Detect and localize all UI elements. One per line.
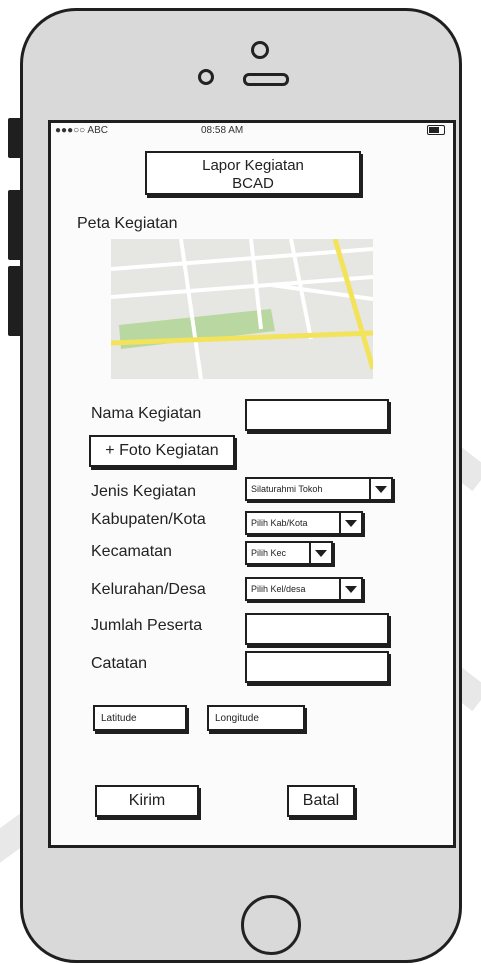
cancel-label: Batal [302,792,340,809]
kelurahan-selected: Pilih Kel/desa [251,584,306,594]
submit-label: Kirim [128,792,166,809]
proximity-sensor-icon [198,69,214,85]
add-photo-label: + Foto Kegiatan [105,442,219,459]
battery-icon [427,125,445,135]
catatan-input[interactable] [245,651,389,683]
page-title-line1: Lapor Kegiatan [202,157,304,174]
cancel-button[interactable]: Batal [287,785,355,817]
jenis-kegiatan-label: Jenis Kegiatan [91,483,196,500]
volume-down-button[interactable] [8,266,22,336]
chevron-down-icon[interactable] [309,543,331,563]
kabupaten-select[interactable]: Pilih Kab/Kota [245,511,363,535]
latitude-label: Latitude [101,713,137,724]
earpiece-speaker-icon [243,73,289,86]
kecamatan-label: Kecamatan [91,543,172,560]
jenis-kegiatan-selected: Silaturahmi Tokoh [251,484,323,494]
chevron-down-icon[interactable] [339,579,361,599]
kelurahan-select[interactable]: Pilih Kel/desa [245,577,363,601]
status-time: 08:58 AM [201,125,244,136]
kabupaten-selected: Pilih Kab/Kota [251,518,308,528]
jumlah-peserta-label: Jumlah Peserta [91,617,203,634]
status-bar: ●●●○○ ABC 08:58 AM [51,123,453,139]
longitude-field[interactable]: Longitude [207,705,305,731]
longitude-label: Longitude [215,713,259,724]
chevron-down-icon[interactable] [339,513,361,533]
chevron-down-icon[interactable] [369,479,391,499]
mute-switch[interactable] [8,118,22,158]
page-title: Lapor Kegiatan BCAD [145,151,361,195]
nama-kegiatan-input[interactable] [245,399,389,431]
jenis-kegiatan-select[interactable]: Silaturahmi Tokoh [245,477,393,501]
activity-map[interactable] [111,239,373,379]
latitude-field[interactable]: Latitude [93,705,187,731]
submit-button[interactable]: Kirim [95,785,199,817]
carrier-signal: ●●●○○ ABC [55,125,108,136]
add-photo-button[interactable]: + Foto Kegiatan [89,435,235,467]
kecamatan-selected: Pilih Kec [251,548,287,558]
page-title-line2: BCAD [232,175,274,192]
kelurahan-label: Kelurahan/Desa [91,581,206,598]
kecamatan-select[interactable]: Pilih Kec [245,541,333,565]
map-graphic [111,239,373,379]
kabupaten-label: Kabupaten/Kota [91,511,206,528]
catatan-label: Catatan [91,655,148,672]
home-button[interactable] [241,895,301,955]
map-label: Peta Kegiatan [77,215,178,232]
volume-up-button[interactable] [8,190,22,260]
front-camera-icon [251,41,269,59]
jumlah-peserta-input[interactable] [245,613,389,645]
app-screen: ●●●○○ ABC 08:58 AM Lapor Kegiatan BCAD P… [48,120,456,848]
nama-kegiatan-label: Nama Kegiatan [91,405,202,422]
